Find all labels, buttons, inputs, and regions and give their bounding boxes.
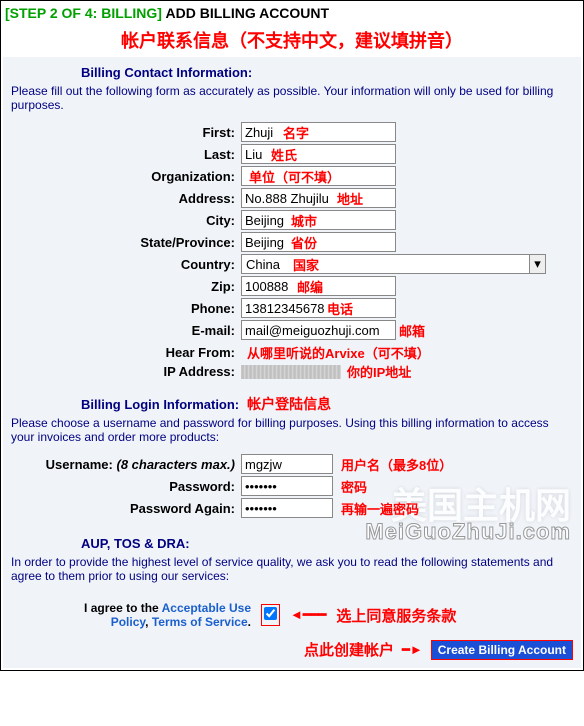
city-label: City: xyxy=(11,213,241,228)
phone-ann: 电话 xyxy=(327,299,353,318)
tos-link[interactable]: Terms of Service xyxy=(152,615,248,629)
password-ann: 密码 xyxy=(341,477,367,496)
last-ann: 姓氏 xyxy=(271,145,297,164)
ip-label: IP Address: xyxy=(11,364,241,379)
last-input[interactable] xyxy=(241,144,396,164)
ip-ann: 你的IP地址 xyxy=(347,362,411,381)
agree-ann: 选上同意服务条款 xyxy=(336,605,456,626)
agree-text: I agree to the Acceptable Use Policy, Te… xyxy=(51,601,251,629)
phone-label: Phone: xyxy=(11,301,241,316)
arrow-left-icon: ◄━━━ xyxy=(290,607,326,623)
first-input[interactable] xyxy=(241,122,396,142)
password-label: Password: xyxy=(11,479,241,494)
contact-heading: Billing Contact Information: xyxy=(81,61,573,84)
username-input[interactable] xyxy=(241,454,333,474)
contact-desc: Please fill out the following form as ac… xyxy=(11,84,573,120)
state-ann: 省份 xyxy=(291,233,317,252)
terms-desc: In order to provide the highest level of… xyxy=(11,555,573,591)
agree-checkbox-wrap xyxy=(261,604,280,626)
first-label: First: xyxy=(11,125,241,140)
password2-ann: 再输一遍密码 xyxy=(341,499,419,518)
username-label: Username: (8 characters max.) xyxy=(11,457,241,472)
terms-heading: AUP, TOS & DRA: xyxy=(81,532,573,555)
city-input[interactable] xyxy=(241,210,396,230)
address-ann: 地址 xyxy=(337,189,363,208)
city-ann: 城市 xyxy=(291,211,317,230)
zip-label: Zip: xyxy=(11,279,241,294)
email-input[interactable] xyxy=(241,320,396,340)
step-indicator: [STEP 2 OF 4: BILLING] xyxy=(5,5,162,21)
hear-label: Hear From: xyxy=(11,345,241,360)
email-ann: 邮箱 xyxy=(399,321,425,340)
org-ann: 单位（可不填） xyxy=(249,167,340,186)
chevron-down-icon: ▾ xyxy=(529,255,545,273)
address-input[interactable] xyxy=(241,188,396,208)
country-ann: 国家 xyxy=(293,255,319,274)
country-select[interactable]: China ▾ xyxy=(241,254,546,274)
first-ann: 名字 xyxy=(283,123,309,142)
country-label: Country: xyxy=(11,257,241,272)
password-input[interactable] xyxy=(241,476,333,496)
login-desc: Please choose a username and password fo… xyxy=(11,416,573,452)
password2-label: Password Again: xyxy=(11,501,241,516)
login-heading: Billing Login Information: xyxy=(81,393,239,416)
login-heading-ann: 帐户登陆信息 xyxy=(247,394,331,414)
username-hint: (8 characters max.) xyxy=(116,457,235,472)
create-ann: 点此创建帐户 xyxy=(304,639,394,660)
ip-value-blurred xyxy=(241,365,341,379)
hear-ann: 从哪里听说的Arvixe（可不填） xyxy=(247,343,430,362)
header-annotation: 帐户联系信息（不支持中文，建议填拼音） xyxy=(1,25,583,55)
state-input[interactable] xyxy=(241,232,396,252)
phone-input[interactable] xyxy=(241,298,396,318)
page-title: ADD BILLING ACCOUNT xyxy=(166,5,330,21)
zip-ann: 邮编 xyxy=(297,277,323,296)
create-billing-button[interactable]: Create Billing Account xyxy=(431,640,573,660)
address-label: Address: xyxy=(11,191,241,206)
email-label: E-mail: xyxy=(11,323,241,338)
org-label: Organization: xyxy=(11,169,241,184)
username-ann: 用户名（最多8位） xyxy=(341,455,452,474)
arrow-right-icon: ◄━ xyxy=(402,642,423,658)
password2-input[interactable] xyxy=(241,498,333,518)
last-label: Last: xyxy=(11,147,241,162)
agree-checkbox[interactable] xyxy=(264,607,277,620)
state-label: State/Province: xyxy=(11,235,241,250)
country-value: China xyxy=(242,257,280,272)
